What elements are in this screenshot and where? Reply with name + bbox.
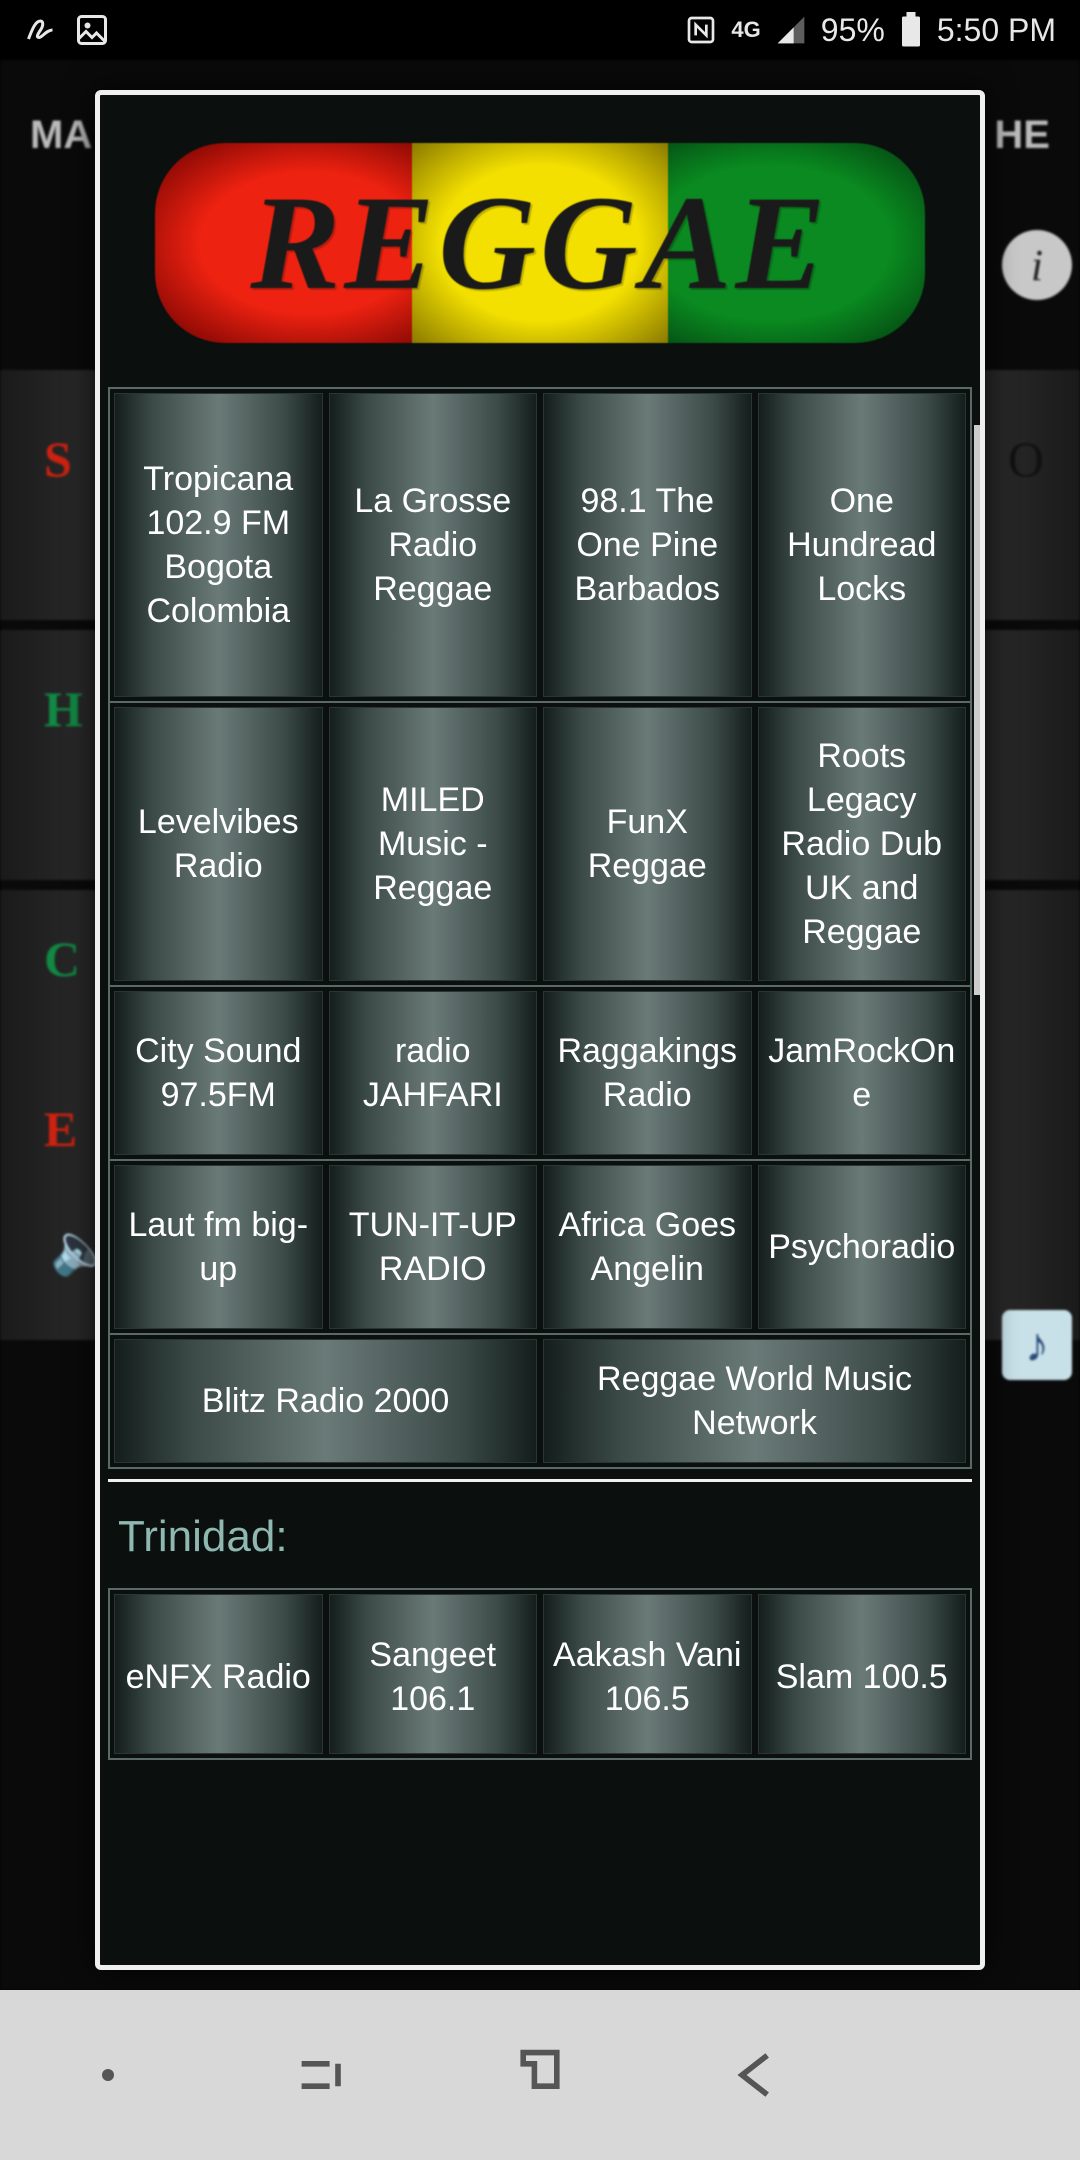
station-tile[interactable]: One Hundread Locks: [758, 393, 967, 697]
divider: [108, 1479, 972, 1482]
nav-back-button[interactable]: [726, 2045, 786, 2105]
station-tile[interactable]: FunX Reggae: [543, 707, 752, 981]
station-grid-main: Levelvibes Radio MILED Music - Reggae Fu…: [108, 703, 972, 987]
station-tile[interactable]: Raggakings Radio: [543, 991, 752, 1155]
station-tile[interactable]: Laut fm big-up: [114, 1165, 323, 1329]
station-tile[interactable]: Roots Legacy Radio Dub UK and Reggae: [758, 707, 967, 981]
station-picker-dialog: REGGAE Tropicana 102.9 FM Bogota Colombi…: [95, 90, 985, 1970]
banner-text: REGGAE: [155, 143, 925, 343]
station-tile[interactable]: La Grosse Radio Reggae: [329, 393, 538, 697]
station-grid-main: City Sound 97.5FM radio JAHFARI Raggakin…: [108, 987, 972, 1161]
bg-tab-left: MA: [30, 113, 92, 158]
station-tile[interactable]: radio JAHFARI: [329, 991, 538, 1155]
bg-letter-right: O: [1008, 430, 1044, 488]
station-grid-main: Blitz Radio 2000 Reggae World Music Netw…: [108, 1335, 972, 1469]
clock: 5:50 PM: [937, 12, 1056, 49]
station-tile[interactable]: Blitz Radio 2000: [114, 1339, 537, 1463]
scribble-icon: [24, 12, 60, 48]
station-tile[interactable]: Psychoradio: [758, 1165, 967, 1329]
station-tile[interactable]: City Sound 97.5FM: [114, 991, 323, 1155]
bg-letter: E: [44, 1100, 77, 1158]
bg-letter: H: [44, 680, 83, 738]
reggae-banner: REGGAE: [155, 143, 925, 343]
battery-percent: 95%: [821, 12, 885, 49]
station-tile[interactable]: JamRockOne: [758, 991, 967, 1155]
bg-letter: C: [44, 930, 80, 988]
nfc-icon: [685, 14, 717, 46]
system-nav-bar: [0, 1990, 1080, 2160]
station-tile[interactable]: 98.1 The One Pine Barbados: [543, 393, 752, 697]
scrollbar[interactable]: [974, 425, 984, 995]
signal-icon: [775, 14, 807, 46]
station-tile[interactable]: MILED Music - Reggae: [329, 707, 538, 981]
phone-screen: 4G 95% 5:50 PM MA HE i S O H C E 🔈 ♪: [0, 0, 1080, 2160]
station-tile[interactable]: Sangeet 106.1: [329, 1594, 538, 1754]
battery-icon: [899, 12, 923, 48]
info-icon: i: [1002, 230, 1072, 300]
station-grid-trinidad: eNFX Radio Sangeet 106.1 Aakash Vani 106…: [108, 1588, 972, 1760]
station-tile[interactable]: Reggae World Music Network: [543, 1339, 966, 1463]
status-right: 4G 95% 5:50 PM: [685, 12, 1056, 49]
music-note-icon: ♪: [1002, 1310, 1072, 1380]
status-bar: 4G 95% 5:50 PM: [0, 0, 1080, 60]
section-label-trinidad: Trinidad:: [108, 1504, 972, 1588]
status-left: [24, 12, 110, 48]
nav-home-button[interactable]: [510, 2045, 570, 2105]
station-tile[interactable]: eNFX Radio: [114, 1594, 323, 1754]
bg-tab-right: HE: [994, 113, 1050, 158]
picture-icon: [74, 12, 110, 48]
station-grid-main: Laut fm big-up TUN-IT-UP RADIO Africa Go…: [108, 1161, 972, 1335]
station-tile[interactable]: Aakash Vani 106.5: [543, 1594, 752, 1754]
lte-indicator: 4G: [731, 19, 760, 41]
station-tile[interactable]: Slam 100.5: [758, 1594, 967, 1754]
nav-assistant[interactable]: [78, 2069, 138, 2081]
station-tile[interactable]: Tropicana 102.9 FM Bogota Colombia: [114, 393, 323, 697]
station-tile[interactable]: TUN-IT-UP RADIO: [329, 1165, 538, 1329]
dialog-scroll[interactable]: REGGAE Tropicana 102.9 FM Bogota Colombi…: [100, 95, 980, 1970]
nav-recents-button[interactable]: [294, 2045, 354, 2105]
station-tile[interactable]: Africa Goes Angelin: [543, 1165, 752, 1329]
station-grid-main: Tropicana 102.9 FM Bogota Colombia La Gr…: [108, 387, 972, 703]
station-tile[interactable]: Levelvibes Radio: [114, 707, 323, 981]
bg-letter: S: [44, 430, 72, 488]
